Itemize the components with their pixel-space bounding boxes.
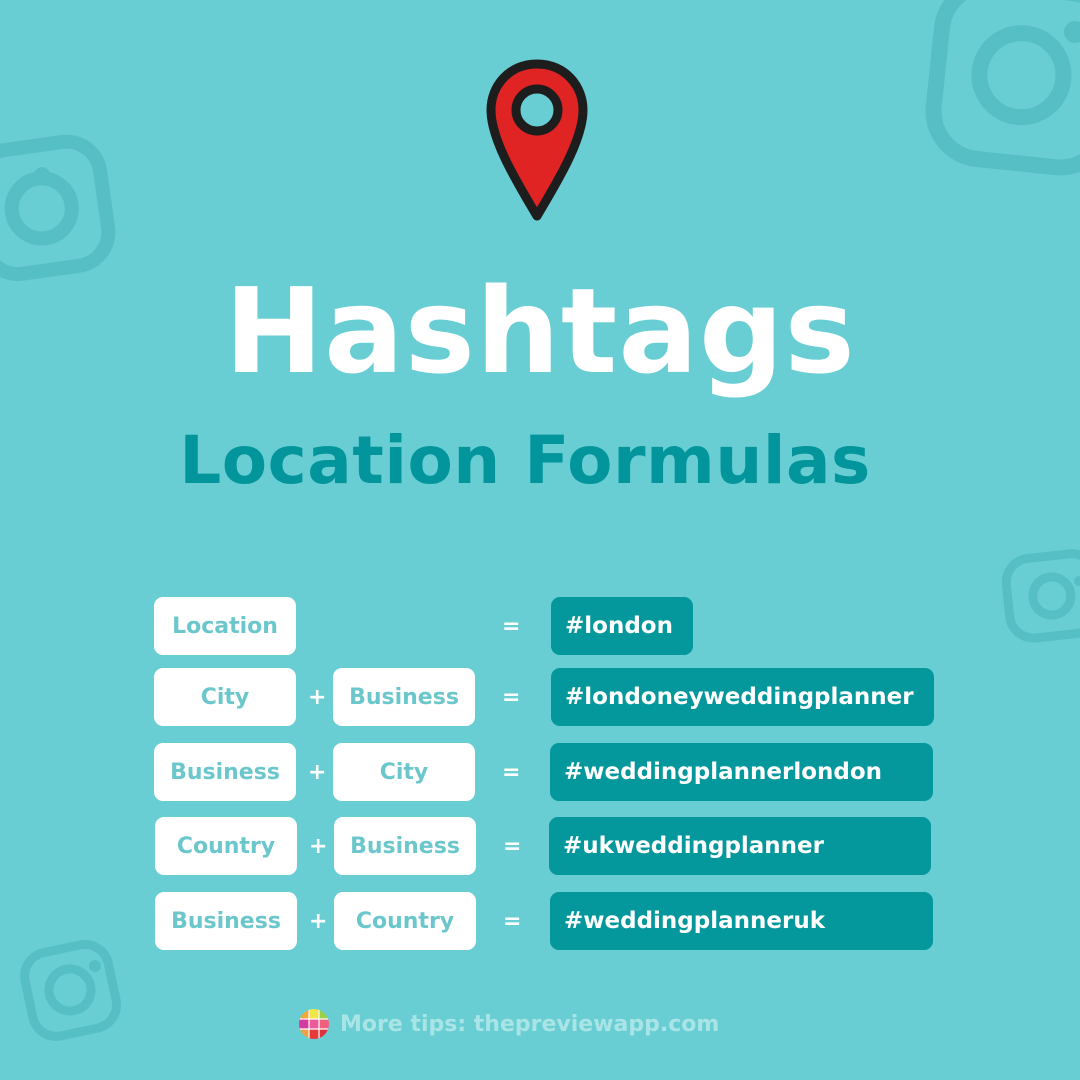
equals-sign: = xyxy=(502,759,521,785)
formula-result-hashtag: #weddingplanneruk xyxy=(550,892,933,950)
equals-sign: = xyxy=(502,613,521,639)
formula-left-term: Business xyxy=(155,892,297,950)
page-title: Hashtags xyxy=(224,262,856,400)
equals-sign: = xyxy=(503,833,522,859)
plus-sign: + xyxy=(308,684,327,710)
formula-result-hashtag: #london xyxy=(551,597,693,655)
formula-row: Location = #london xyxy=(0,597,1080,657)
formula-result-hashtag: #londoneyweddingplanner xyxy=(551,668,934,726)
page-subtitle: Location Formulas xyxy=(179,422,871,499)
footer-link[interactable]: More tips: thepreviewapp.com xyxy=(340,1012,719,1037)
preview-app-logo-icon xyxy=(299,1009,329,1039)
formula-left-term: City xyxy=(154,668,296,726)
plus-sign: + xyxy=(309,833,328,859)
instagram-icon xyxy=(20,939,122,1041)
plus-sign: + xyxy=(309,908,328,934)
formula-row: City + Business = #londoneyweddingplanne… xyxy=(0,668,1080,728)
formula-right-term: Business xyxy=(334,817,476,875)
formula-left-term: Country xyxy=(155,817,297,875)
formula-right-term: Country xyxy=(334,892,476,950)
instagram-icon xyxy=(925,0,1080,176)
location-pin-icon xyxy=(486,59,588,221)
equals-sign: = xyxy=(503,908,522,934)
formula-right-term: Business xyxy=(333,668,475,726)
formula-left-term: Business xyxy=(154,743,296,801)
formula-row: Country + Business = #ukweddingplanner xyxy=(0,817,1080,877)
formula-row: Business + City = #weddingplannerlondon xyxy=(0,743,1080,803)
formula-result-hashtag: #weddingplannerlondon xyxy=(550,743,933,801)
formula-result-hashtag: #ukweddingplanner xyxy=(549,817,931,875)
equals-sign: = xyxy=(502,684,521,710)
formula-row: Business + Country = #weddingplanneruk xyxy=(0,892,1080,952)
formula-left-term: Location xyxy=(154,597,296,655)
plus-sign: + xyxy=(308,759,327,785)
formula-right-term: City xyxy=(333,743,475,801)
footer: More tips: thepreviewapp.com xyxy=(298,1008,719,1040)
